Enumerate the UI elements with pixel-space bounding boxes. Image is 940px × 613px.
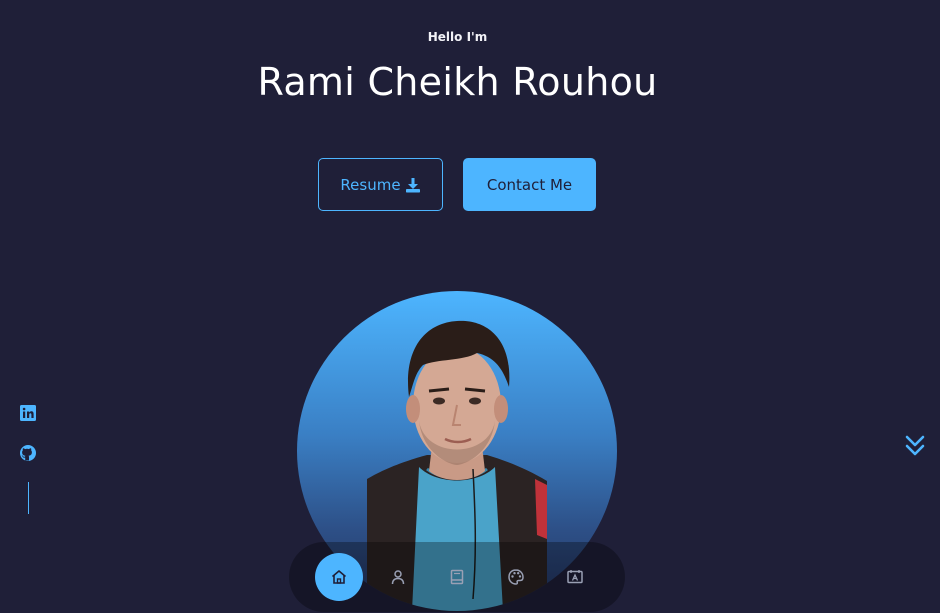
resume-button-label: Resume [340,175,401,194]
scroll-down-button[interactable] [904,434,926,458]
nav-home[interactable] [315,553,363,601]
page-title: Rami Cheikh Rouhou [257,60,658,104]
hero-page: Hello I'm Rami Cheikh Rouhou Resume Cont… [0,0,940,613]
download-icon [405,177,421,193]
palette-icon [508,569,524,585]
double-chevron-down-icon [905,435,925,456]
home-icon [331,570,347,584]
social-divider-line [27,482,29,514]
contact-me-button[interactable]: Contact Me [463,158,596,211]
greeting-text: Hello I'm [427,30,488,44]
contact-card-icon [567,570,583,584]
nav-experience[interactable] [433,553,481,601]
resume-button[interactable]: Resume [318,158,443,211]
bottom-nav [289,542,625,612]
nav-about[interactable] [374,553,422,601]
github-link[interactable] [19,444,37,462]
linkedin-icon [20,405,36,421]
nav-portfolio[interactable] [492,553,540,601]
book-icon [450,569,464,585]
nav-contact[interactable] [551,553,599,601]
user-icon [391,570,405,585]
social-links [19,404,37,514]
linkedin-link[interactable] [19,404,37,422]
github-icon [20,445,36,461]
